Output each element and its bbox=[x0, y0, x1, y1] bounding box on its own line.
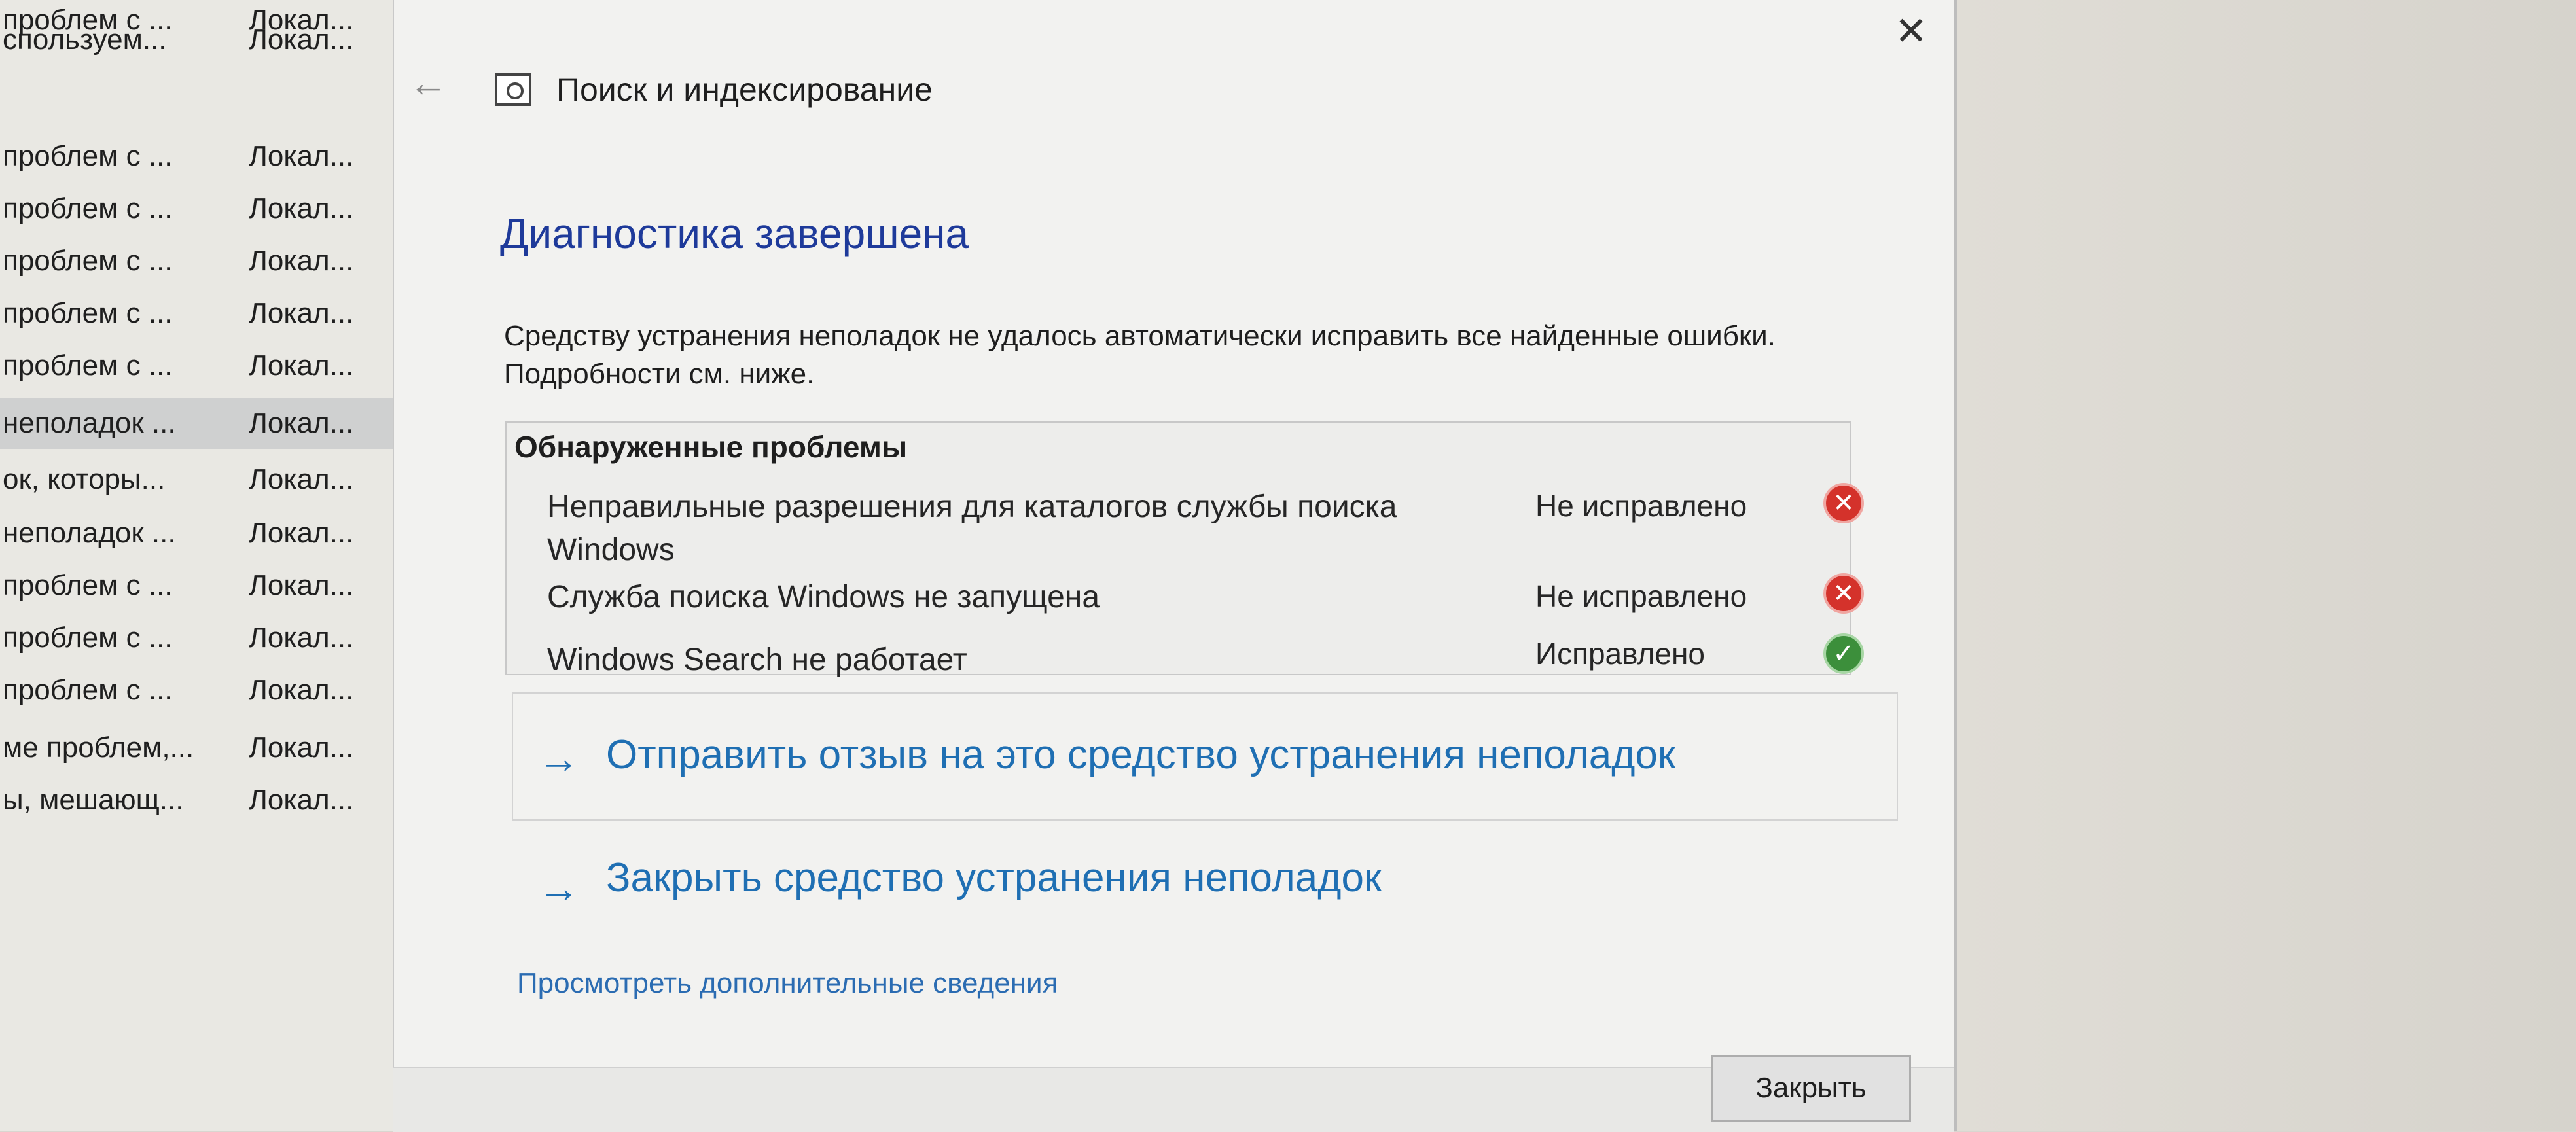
list-item-name: ок, которы... bbox=[3, 463, 166, 495]
list-item-type: Локал... bbox=[249, 732, 354, 764]
problem-status: Исправлено bbox=[1535, 637, 1705, 671]
list-item-name: проблем с ... bbox=[3, 349, 173, 381]
list-item-selected[interactable]: неполадок ... Локал... bbox=[0, 398, 393, 449]
problem-status: Не исправлено bbox=[1535, 579, 1747, 613]
desk-background bbox=[1957, 0, 2576, 1131]
list-item-type: Локал... bbox=[249, 192, 354, 224]
list-item[interactable]: неполадок ... Локал... bbox=[0, 508, 393, 559]
list-item-type: Локал... bbox=[249, 674, 354, 706]
list-item-name: проблем с ... bbox=[3, 674, 173, 706]
list-item-type: Локал... bbox=[249, 407, 354, 439]
error-icon: ✕ bbox=[1823, 573, 1864, 614]
list-item-type: Локал... bbox=[249, 297, 354, 329]
list-item-name: проблем с ... bbox=[3, 245, 173, 277]
problem-status: Не исправлено bbox=[1535, 489, 1747, 523]
list-item[interactable]: проблем с ... Локал... bbox=[0, 131, 393, 182]
list-item-type: Локал... bbox=[249, 463, 354, 495]
close-troubleshooter-link[interactable]: Закрыть средство устранения неполадок bbox=[606, 855, 1382, 901]
window-title: Поиск и индексирование bbox=[556, 71, 933, 108]
page-title: Диагностика завершена bbox=[500, 210, 969, 257]
arrow-right-icon: → bbox=[538, 735, 580, 782]
problem-label: Служба поиска Windows не запущена bbox=[547, 580, 1100, 614]
list-item-name: неполадок ... bbox=[3, 517, 176, 549]
list-item-type: Локал... bbox=[249, 245, 354, 277]
arrow-right-icon: → bbox=[538, 864, 580, 911]
error-icon: ✕ bbox=[1823, 483, 1864, 523]
list-item[interactable]: проблем с ... Локал... bbox=[0, 560, 393, 611]
background-list: проблем с ... Локал... спользуем... Локал.… bbox=[0, 0, 393, 1131]
list-item-type: Локал... bbox=[249, 140, 354, 172]
list-item[interactable]: ок, которы... Локал... bbox=[0, 454, 393, 505]
list-item-type: Локал... bbox=[249, 349, 354, 381]
list-item[interactable]: ы, мешающ... Локал... bbox=[0, 775, 393, 826]
check-icon: ✓ bbox=[1823, 633, 1864, 674]
description-text: Средству устранения неполадок не удалось… bbox=[504, 320, 1776, 390]
list-item-name: проблем с ... bbox=[3, 569, 173, 601]
list-item-type: Локал... bbox=[249, 784, 354, 816]
list-item-name: проблем с ... bbox=[3, 297, 173, 329]
list-item-type: Локал... bbox=[249, 622, 354, 654]
list-item[interactable]: проблем с ... Локал... bbox=[0, 288, 393, 339]
list-item[interactable]: проблем с ... Локал... bbox=[0, 183, 393, 234]
list-item-type: Локал... bbox=[249, 24, 354, 56]
list-item-name: проблем с ... bbox=[3, 192, 173, 224]
close-button[interactable]: Закрыть bbox=[1711, 1055, 1911, 1122]
list-item-name: спользуем... bbox=[3, 24, 167, 56]
list-item[interactable]: проблем с ... Локал... bbox=[0, 665, 393, 716]
list-item-type: Локал... bbox=[249, 569, 354, 601]
list-item-name: неполадок ... bbox=[3, 407, 176, 439]
list-item-name: ме проблем,... bbox=[3, 732, 194, 764]
list-item[interactable]: проблем с ... Локал... bbox=[0, 612, 393, 663]
problem-label: Неправильные разрешения для каталогов сл… bbox=[547, 489, 1397, 567]
more-info-link[interactable]: Просмотреть дополнительные сведения bbox=[517, 967, 1058, 1000]
list-item-name: проблем с ... bbox=[3, 140, 173, 172]
problems-header: Обнаруженные проблемы bbox=[514, 430, 908, 464]
back-arrow-icon[interactable]: ← bbox=[408, 60, 448, 105]
list-item-name: ы, мешающ... bbox=[3, 784, 184, 816]
close-icon[interactable]: ✕ bbox=[1885, 5, 1937, 58]
list-item[interactable]: проблем с ... Локал... bbox=[0, 340, 393, 391]
list-item-name: проблем с ... bbox=[3, 622, 173, 654]
list-item[interactable]: спользуем... Локал... bbox=[0, 14, 393, 65]
list-item[interactable]: ме проблем,... Локал... bbox=[0, 722, 393, 773]
search-indexing-icon bbox=[495, 73, 531, 106]
list-item-type: Локал... bbox=[249, 517, 354, 549]
problem-label: Windows Search не работает bbox=[547, 643, 967, 677]
feedback-link[interactable]: Отправить отзыв на это средство устранен… bbox=[606, 732, 1675, 778]
list-item[interactable]: проблем с ... Локал... bbox=[0, 236, 393, 287]
